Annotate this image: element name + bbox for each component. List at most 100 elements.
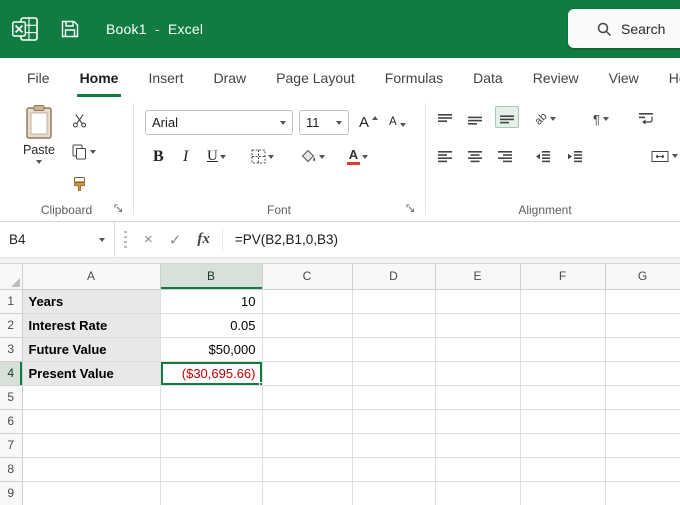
cell[interactable]	[520, 361, 605, 385]
bold-button[interactable]: B	[153, 144, 164, 169]
cell[interactable]	[262, 481, 352, 505]
enter-button[interactable]: ✓	[161, 231, 190, 249]
cell[interactable]	[352, 313, 435, 337]
column-header-d[interactable]: D	[352, 264, 435, 289]
column-header-c[interactable]: C	[262, 264, 352, 289]
cell[interactable]	[352, 481, 435, 505]
row-header-8[interactable]: 8	[0, 457, 22, 481]
column-header-b[interactable]: B	[160, 264, 262, 289]
tab-draw[interactable]: Draw	[198, 58, 261, 97]
decrease-font-size-button[interactable]: A	[389, 111, 406, 133]
column-header-a[interactable]: A	[22, 264, 160, 289]
row-header-3[interactable]: 3	[0, 337, 22, 361]
tab-help[interactable]: Help	[654, 58, 680, 97]
orientation-button[interactable]: ab	[535, 108, 556, 130]
cell[interactable]	[160, 457, 262, 481]
tab-home[interactable]: Home	[65, 58, 134, 97]
increase-indent-button[interactable]	[567, 145, 583, 167]
cell[interactable]	[605, 409, 680, 433]
cell[interactable]	[435, 433, 520, 457]
cell[interactable]	[435, 361, 520, 385]
cell[interactable]	[352, 289, 435, 313]
search-box[interactable]: Search	[568, 9, 680, 48]
wrap-text-button[interactable]	[638, 108, 655, 130]
cell-a4[interactable]: Present Value	[22, 361, 160, 385]
cell[interactable]	[352, 361, 435, 385]
cell[interactable]	[262, 385, 352, 409]
cell[interactable]	[22, 433, 160, 457]
cell[interactable]	[605, 433, 680, 457]
cell[interactable]	[22, 457, 160, 481]
fill-handle[interactable]	[259, 382, 263, 386]
cell[interactable]	[352, 409, 435, 433]
row-header-6[interactable]: 6	[0, 409, 22, 433]
align-center-button[interactable]	[467, 145, 483, 167]
font-color-button[interactable]: A	[347, 144, 368, 169]
cell[interactable]	[520, 289, 605, 313]
format-painter-button[interactable]	[72, 173, 87, 195]
tab-review[interactable]: Review	[518, 58, 594, 97]
cut-button[interactable]	[72, 109, 87, 131]
decrease-indent-button[interactable]	[535, 145, 551, 167]
text-direction-button[interactable]: ¶	[593, 108, 609, 130]
cell[interactable]	[435, 289, 520, 313]
cell[interactable]	[520, 337, 605, 361]
cell[interactable]	[520, 409, 605, 433]
cell-a2[interactable]: Interest Rate	[22, 313, 160, 337]
cell[interactable]	[262, 409, 352, 433]
cell[interactable]	[605, 313, 680, 337]
cell[interactable]	[262, 361, 352, 385]
cell[interactable]	[352, 337, 435, 361]
tab-view[interactable]: View	[594, 58, 654, 97]
cell[interactable]	[605, 457, 680, 481]
row-header-1[interactable]: 1	[0, 289, 22, 313]
cell[interactable]	[605, 337, 680, 361]
cell[interactable]	[435, 457, 520, 481]
cell[interactable]	[520, 457, 605, 481]
cell-b4-selected[interactable]: ($30,695.66)	[160, 361, 262, 385]
cell-b1[interactable]: 10	[160, 289, 262, 313]
align-bottom-button[interactable]	[495, 106, 519, 128]
cell[interactable]	[262, 457, 352, 481]
column-header-f[interactable]: F	[520, 264, 605, 289]
name-box[interactable]: B4	[0, 222, 115, 257]
merge-center-button[interactable]	[651, 145, 678, 167]
cell-a3[interactable]: Future Value	[22, 337, 160, 361]
tab-insert[interactable]: Insert	[133, 58, 198, 97]
cell[interactable]	[605, 289, 680, 313]
cell[interactable]	[605, 385, 680, 409]
underline-button[interactable]: U	[207, 144, 226, 169]
cell[interactable]	[605, 481, 680, 505]
tab-formulas[interactable]: Formulas	[370, 58, 458, 97]
row-header-5[interactable]: 5	[0, 385, 22, 409]
align-top-button[interactable]	[437, 109, 453, 131]
cell[interactable]	[160, 409, 262, 433]
cell[interactable]	[605, 361, 680, 385]
cell-b3[interactable]: $50,000	[160, 337, 262, 361]
tab-page-layout[interactable]: Page Layout	[261, 58, 370, 97]
align-left-button[interactable]	[437, 145, 453, 167]
align-middle-button[interactable]	[467, 109, 483, 131]
formula-input[interactable]: =PV(B2,B1,0,B3)	[235, 232, 338, 247]
cell[interactable]	[435, 481, 520, 505]
font-name-select[interactable]: Arial	[145, 110, 293, 135]
cell[interactable]	[160, 385, 262, 409]
save-button[interactable]	[60, 19, 80, 39]
cell[interactable]	[22, 385, 160, 409]
column-header-g[interactable]: G	[605, 264, 680, 289]
cell-b2[interactable]: 0.05	[160, 313, 262, 337]
cell[interactable]	[520, 313, 605, 337]
cell[interactable]	[262, 313, 352, 337]
tab-data[interactable]: Data	[458, 58, 518, 97]
cell[interactable]	[352, 385, 435, 409]
borders-button[interactable]	[251, 144, 274, 169]
cell[interactable]	[262, 433, 352, 457]
cell[interactable]	[435, 409, 520, 433]
cell[interactable]	[160, 433, 262, 457]
insert-function-button[interactable]: fx	[189, 231, 218, 248]
italic-button[interactable]: I	[183, 144, 188, 169]
paste-button[interactable]: Paste	[10, 104, 68, 194]
cell[interactable]	[435, 337, 520, 361]
cell[interactable]	[520, 385, 605, 409]
cell[interactable]	[262, 337, 352, 361]
